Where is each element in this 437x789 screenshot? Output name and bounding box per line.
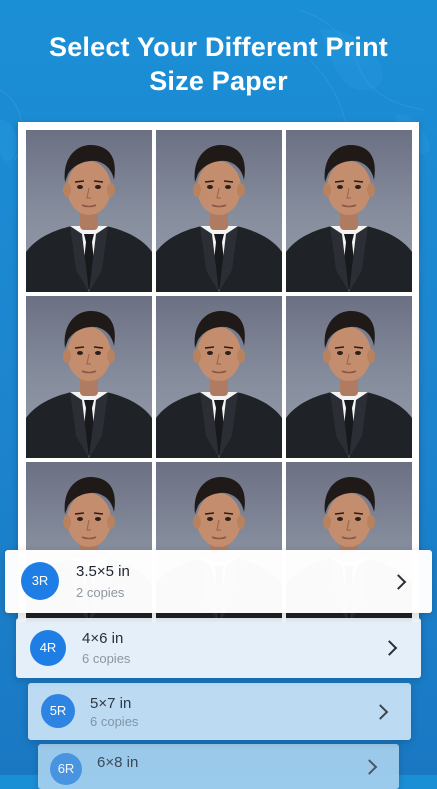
print-size-option-5r[interactable]: 5R 5×7 in 6 copies bbox=[28, 683, 411, 740]
print-size-option-6r[interactable]: 6R 6×8 in bbox=[38, 744, 399, 789]
passport-photo bbox=[286, 296, 412, 458]
passport-photo bbox=[156, 130, 282, 292]
passport-photo-grid bbox=[26, 130, 412, 622]
passport-photo bbox=[286, 130, 412, 292]
chevron-right-icon bbox=[361, 758, 378, 775]
copies-label: 6 copies bbox=[90, 714, 139, 729]
size-label: 4×6 in bbox=[82, 630, 124, 647]
page-title-line-1: Select Your Different Print bbox=[49, 32, 388, 62]
size-badge: 5R bbox=[41, 694, 75, 728]
copies-label: 6 copies bbox=[82, 651, 131, 666]
chevron-right-icon bbox=[372, 703, 389, 720]
size-label: 6×8 in bbox=[97, 754, 139, 771]
page-title-line-2: Size Paper bbox=[149, 66, 288, 96]
passport-photo bbox=[156, 296, 282, 458]
print-size-option-3r[interactable]: 3R 3.5×5 in 2 copies bbox=[5, 550, 432, 613]
page-title: Select Your Different Print Size Paper bbox=[0, 30, 437, 98]
passport-photo bbox=[26, 296, 152, 458]
size-label: 5×7 in bbox=[90, 695, 132, 712]
size-badge: 6R bbox=[50, 753, 82, 785]
chevron-right-icon bbox=[381, 640, 398, 656]
size-badge: 3R bbox=[21, 562, 59, 600]
size-badge: 4R bbox=[30, 630, 66, 666]
print-size-option-4r[interactable]: 4R 4×6 in 6 copies bbox=[16, 618, 421, 678]
print-sheet-preview bbox=[18, 122, 419, 622]
chevron-right-icon bbox=[390, 573, 407, 590]
size-label: 3.5×5 in bbox=[76, 563, 130, 580]
copies-label: 2 copies bbox=[76, 585, 125, 600]
passport-photo bbox=[26, 130, 152, 292]
